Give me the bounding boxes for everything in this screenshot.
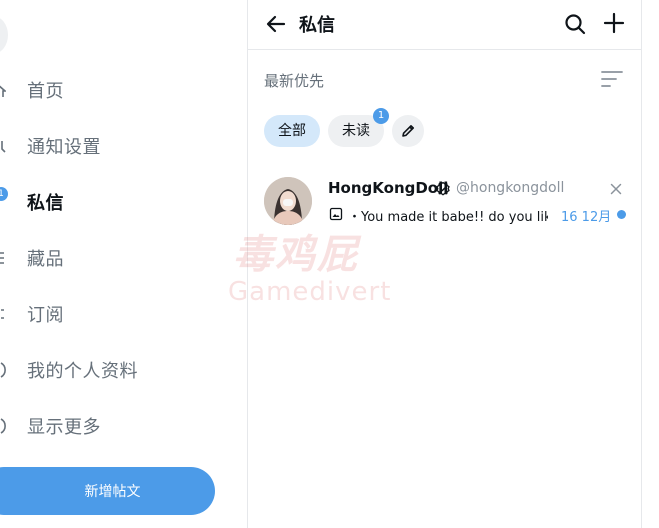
filter-all-chip[interactable]: 全部 xyxy=(264,115,320,147)
unread-indicator xyxy=(617,210,626,219)
unread-badge: 1 xyxy=(0,187,8,201)
conversation-row[interactable]: HongKongDoll @hongkongdoll ・You made it … xyxy=(248,165,641,237)
profile-photo xyxy=(264,177,312,225)
more-icon xyxy=(0,418,6,434)
sidebar-item-label: 订阅 xyxy=(27,305,64,326)
new-post-button[interactable]: 新增帖文 xyxy=(0,467,215,515)
sort-icon[interactable] xyxy=(600,68,624,90)
edit-filters-button[interactable] xyxy=(392,115,424,147)
sidebar-item-label: 藏品 xyxy=(27,249,64,270)
search-icon[interactable] xyxy=(563,12,587,36)
sidebar-item-messages[interactable]: 1 私信 xyxy=(0,182,247,222)
messages-panel: 私信 最新优先 全部 未读 1 HongKongDoll @hongkongdo… xyxy=(248,0,641,528)
sidebar-item-label: 私信 xyxy=(27,193,64,214)
sidebar-item-label: 我的个人资料 xyxy=(27,361,138,382)
sidebar-item-label: 显示更多 xyxy=(27,417,101,438)
sidebar-item-label: 通知设置 xyxy=(27,137,101,158)
conversation-handle: @hongkongdoll xyxy=(456,180,565,196)
close-icon[interactable] xyxy=(610,183,622,195)
bell-icon xyxy=(1,141,6,153)
sidebar-item-profile[interactable]: 我的个人资料 xyxy=(0,350,247,390)
sidebar-item-subscriptions[interactable]: 订阅 xyxy=(0,294,247,334)
list-icon xyxy=(1,309,4,319)
plus-icon[interactable] xyxy=(602,11,626,35)
sidebar-item-collections[interactable]: 藏品 xyxy=(0,238,247,278)
conversation-name: HongKongDoll xyxy=(328,179,449,197)
sidebar-item-home[interactable]: 首页 xyxy=(0,70,247,110)
sidebar-item-more[interactable]: 显示更多 xyxy=(0,406,247,446)
message-preview: ・You made it babe!! do you lik… xyxy=(348,210,548,225)
page-title: 私信 xyxy=(299,15,335,36)
user-icon xyxy=(0,362,6,378)
sidebar-item-label: 首页 xyxy=(27,81,64,102)
image-icon xyxy=(329,207,343,221)
sidebar-item-notifications[interactable]: 通知设置 xyxy=(0,126,247,166)
message-date: 16 12月 xyxy=(561,210,612,225)
messages-header: 私信 xyxy=(248,0,641,50)
avatar[interactable] xyxy=(0,16,8,54)
sidebar: 首页 通知设置 1 私信 藏品 订阅 我的个人资料 显示更多 新增帖文 xyxy=(0,0,247,528)
home-icon xyxy=(0,85,6,97)
divider xyxy=(641,0,642,528)
sort-label: 最新优先 xyxy=(264,72,325,90)
page: 首页 通知设置 1 私信 藏品 订阅 我的个人资料 显示更多 新增帖文 私信 最… xyxy=(0,0,659,528)
unread-count-badge: 1 xyxy=(373,108,389,124)
verified-icon xyxy=(436,181,450,196)
avatar xyxy=(264,177,312,225)
bookmark-icon xyxy=(0,252,4,264)
pencil-icon xyxy=(402,125,414,137)
back-arrow-icon[interactable] xyxy=(264,12,288,36)
